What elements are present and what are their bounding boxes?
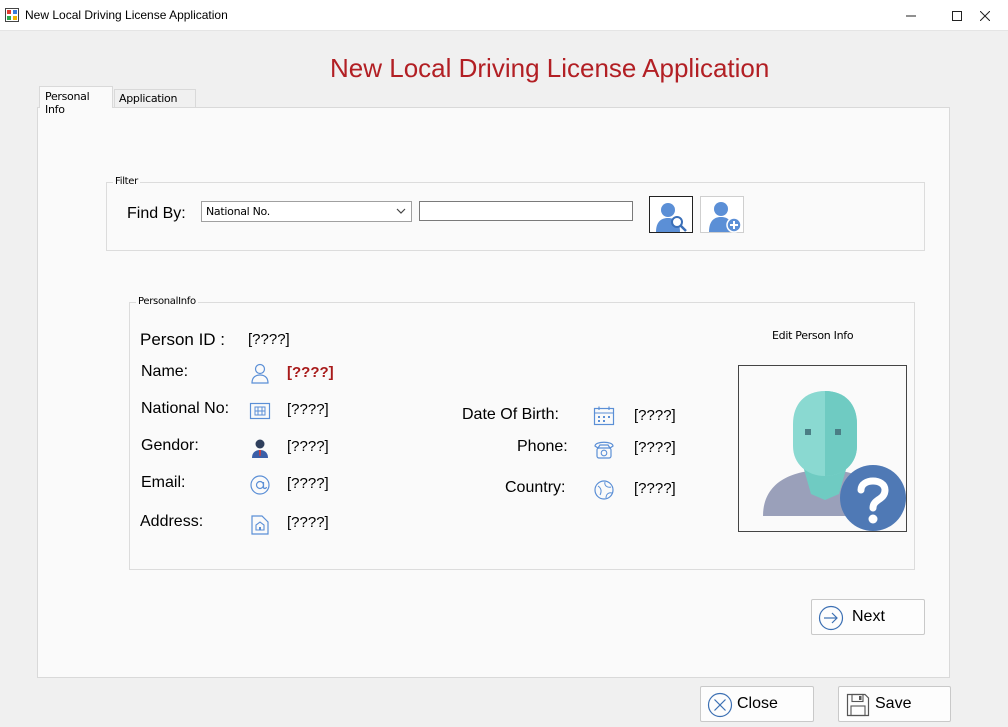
- filter-group-title: Filter: [113, 176, 140, 187]
- email-label: Email:: [141, 474, 186, 491]
- find-by-selected-value: National No.: [206, 205, 270, 218]
- national-no-value: [????]: [287, 401, 329, 418]
- close-icon: [980, 10, 990, 21]
- person-photo: [738, 365, 907, 532]
- dob-value: [????]: [634, 407, 676, 424]
- country-value: [????]: [634, 480, 676, 497]
- gendor-label: Gendor:: [141, 437, 199, 454]
- app-icon: [5, 8, 19, 22]
- name-label: Name:: [141, 363, 189, 380]
- man-icon: [252, 439, 268, 458]
- person-id-label: Person ID :: [140, 330, 226, 349]
- window-title: New Local Driving License Application: [25, 8, 228, 22]
- save-button-label: Save: [875, 695, 912, 712]
- page-title: New Local Driving License Application: [330, 53, 770, 83]
- at-sign-icon: [250, 475, 270, 495]
- save-button[interactable]: Save: [838, 686, 951, 722]
- find-person-button[interactable]: [649, 196, 693, 233]
- name-value: [????]: [287, 364, 334, 381]
- country-label: Country:: [505, 479, 566, 496]
- find-by-label: Find By:: [127, 205, 186, 222]
- add-person-button[interactable]: [700, 196, 744, 233]
- tab-application-info[interactable]: Application Info: [114, 89, 196, 118]
- unknown-person-icon: [763, 391, 906, 531]
- next-button[interactable]: Next: [811, 599, 925, 635]
- maximize-icon: [952, 10, 962, 21]
- arrow-right-icon: [818, 605, 844, 631]
- address-icon: [251, 515, 269, 535]
- personal-info-group-title: PersonalInfo: [136, 296, 198, 307]
- minimize-button[interactable]: [888, 0, 934, 31]
- calendar-icon: [593, 406, 615, 426]
- close-circle-icon: [707, 692, 733, 718]
- address-value: [????]: [287, 514, 329, 531]
- user-outline-icon: [251, 363, 269, 384]
- close-button-label: Close: [737, 695, 778, 712]
- dob-label: Date Of Birth:: [462, 406, 559, 423]
- close-window-button[interactable]: [962, 0, 1008, 31]
- close-button[interactable]: Close: [700, 686, 814, 722]
- minimize-icon: [906, 15, 916, 16]
- globe-icon: [594, 480, 614, 500]
- id-card-icon: [249, 402, 271, 420]
- person-search-icon: [656, 203, 687, 232]
- title-bar: New Local Driving License Application: [0, 0, 1008, 31]
- next-button-label: Next: [852, 608, 885, 625]
- edit-person-info-link[interactable]: Edit Person Info: [772, 329, 854, 342]
- address-label: Address:: [140, 513, 204, 530]
- tab-personal-info[interactable]: Personal Info: [39, 86, 113, 116]
- floppy-disk-icon: [846, 693, 870, 717]
- email-value: [????]: [287, 475, 329, 492]
- phone-value: [????]: [634, 439, 676, 456]
- phone-icon: [594, 441, 614, 459]
- find-by-select[interactable]: National No.: [201, 201, 412, 222]
- search-input[interactable]: [419, 201, 633, 221]
- phone-label: Phone:: [517, 438, 568, 455]
- person-id-value: [????]: [248, 331, 290, 348]
- person-add-icon: [709, 202, 742, 233]
- chevron-down-icon: [396, 208, 406, 214]
- national-no-label: National No:: [141, 400, 230, 417]
- gendor-value: [????]: [287, 438, 329, 455]
